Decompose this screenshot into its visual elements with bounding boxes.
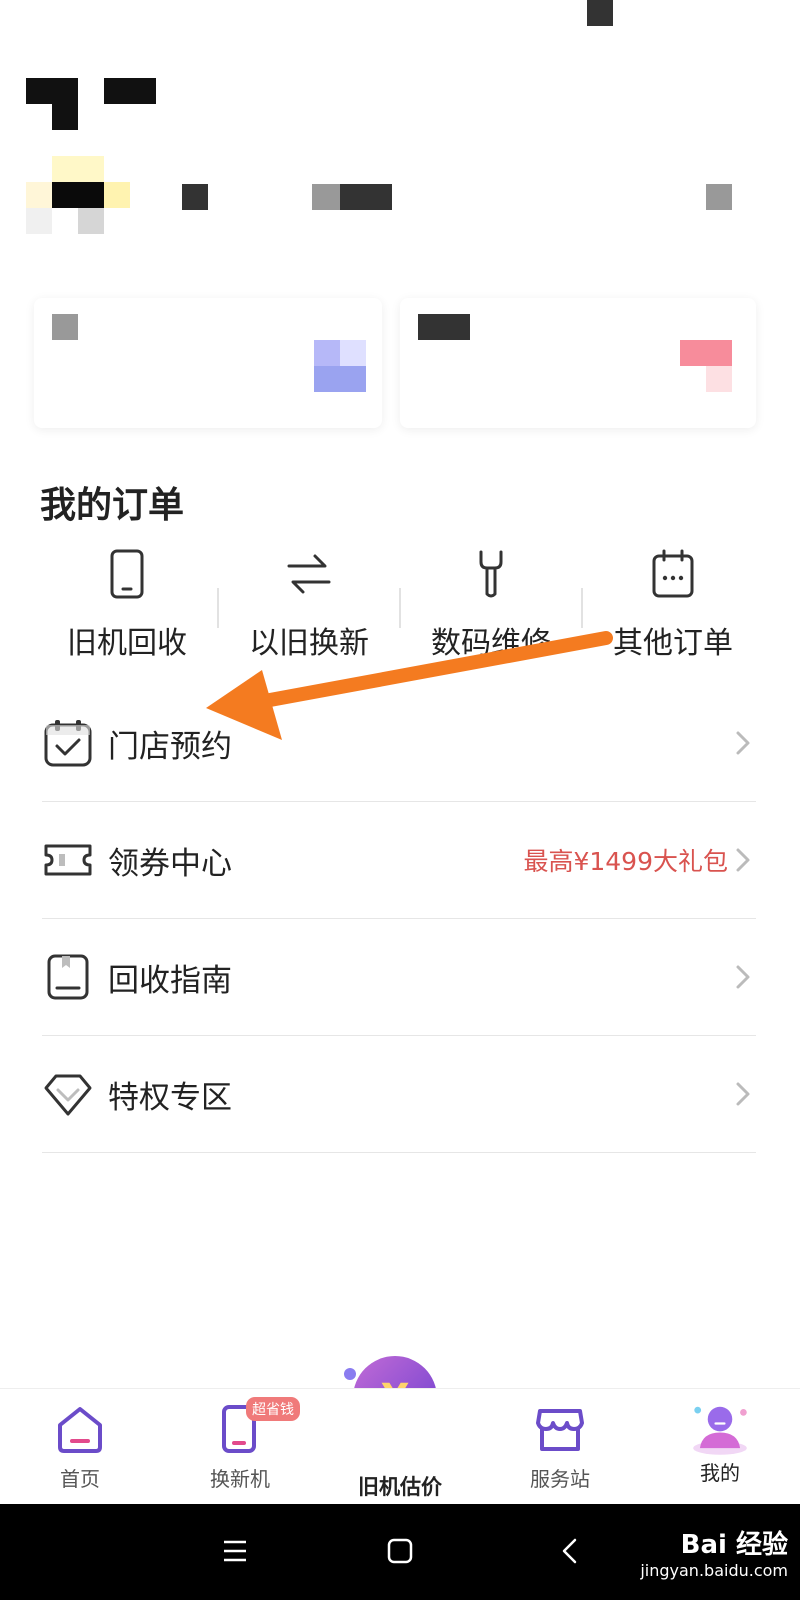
tab-label: 我的 [700,1461,740,1485]
diamond-icon [44,1074,92,1116]
tab-new-phone[interactable]: 换新机 超省钱 [160,1389,320,1505]
chevron-right-icon [736,965,750,989]
back-icon[interactable] [560,1538,580,1564]
menu-row-label: 特权专区 [108,1079,232,1116]
home-icon [58,1407,102,1453]
menu-icon[interactable] [222,1538,248,1564]
tab-profile[interactable]: 我的 [640,1389,800,1505]
profile-icon [693,1406,747,1455]
home-square-icon[interactable] [387,1538,413,1564]
system-nav-bar: Bai 经验 jingyan.baidu.com [0,1504,800,1600]
tab-old-phone-valuation[interactable]: 旧机估价 [320,1389,480,1505]
guide-book-icon [47,954,89,1000]
tab-home[interactable]: 首页 [0,1389,160,1505]
chevron-right-icon [736,1082,750,1106]
menu-row-label: 回收指南 [108,962,232,999]
tab-label: 服务站 [530,1467,590,1491]
bottom-tab-bar: 首页 换新机 超省钱 旧机估价 服务站 我的 [0,1388,800,1505]
watermark-brand: Bai 经验 [680,1530,788,1560]
tab-label: 旧机估价 [358,1475,442,1499]
store-icon [536,1409,584,1451]
watermark: Bai 经验 jingyan.baidu.com [640,1524,788,1580]
menu-row-label: 领券中心 [108,845,232,882]
promo-text: 最高¥1499大礼包 [523,847,728,876]
tab-service-station[interactable]: 服务站 [480,1389,640,1505]
tab-badge: 超省钱 [246,1397,300,1421]
tab-label: 换新机 [210,1467,270,1491]
ticket-icon [44,844,92,876]
annotation-arrow [206,631,613,740]
menu-row-coupon-center[interactable]: 领券中心 最高¥1499大礼包 [42,802,756,919]
chevron-right-icon [736,848,750,872]
watermark-url: jingyan.baidu.com [640,1561,788,1580]
tab-label: 首页 [60,1467,100,1491]
menu-row-privilege-zone[interactable]: 特权专区 [42,1036,756,1153]
menu-row-recycle-guide[interactable]: 回收指南 [42,919,756,1036]
